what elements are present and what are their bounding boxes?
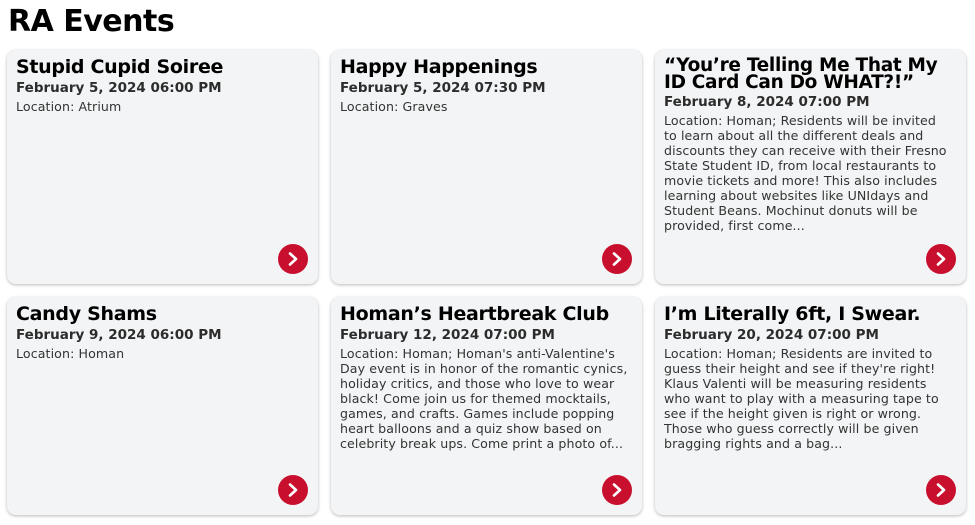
view-event-button[interactable] bbox=[278, 244, 308, 274]
chevron-right-icon bbox=[936, 252, 946, 266]
event-title: Candy Shams bbox=[16, 303, 157, 325]
event-title: “You’re Telling Me That My ID Card Can D… bbox=[664, 55, 938, 93]
event-title: Happy Happenings bbox=[340, 56, 538, 78]
event-description: Location: Atrium bbox=[16, 99, 122, 114]
event-description: Location: Homan; Residents will be invit… bbox=[664, 113, 947, 233]
event-description: Location: Homan bbox=[16, 346, 125, 361]
event-card[interactable]: “You’re Telling Me That My ID Card Can D… bbox=[655, 50, 966, 284]
view-event-button[interactable] bbox=[926, 475, 956, 505]
event-date: February 5, 2024 06:00 PM bbox=[16, 80, 222, 96]
event-description: Location: Homan; Residents are invited t… bbox=[664, 346, 939, 451]
event-card[interactable]: Candy Shams February 9, 2024 06:00 PM Lo… bbox=[7, 297, 318, 515]
event-title: Homan’s Heartbreak Club bbox=[340, 303, 609, 325]
chevron-right-icon bbox=[288, 483, 298, 497]
view-event-button[interactable] bbox=[926, 244, 956, 274]
event-description: Location: Graves bbox=[340, 99, 448, 114]
event-title: I’m Literally 6ft, I Swear. bbox=[664, 303, 921, 325]
event-date: February 8, 2024 07:00 PM bbox=[664, 94, 870, 110]
event-date: February 12, 2024 07:00 PM bbox=[340, 327, 555, 343]
event-date: February 9, 2024 06:00 PM bbox=[16, 327, 222, 343]
event-card[interactable]: Stupid Cupid Soiree February 5, 2024 06:… bbox=[7, 50, 318, 284]
view-event-button[interactable] bbox=[602, 475, 632, 505]
event-card[interactable]: Happy Happenings February 5, 2024 07:30 … bbox=[331, 50, 642, 284]
chevron-right-icon bbox=[936, 483, 946, 497]
chevron-right-icon bbox=[612, 252, 622, 266]
view-event-button[interactable] bbox=[278, 475, 308, 505]
event-card[interactable]: I’m Literally 6ft, I Swear. February 20,… bbox=[655, 297, 966, 515]
view-event-button[interactable] bbox=[602, 244, 632, 274]
event-date: February 5, 2024 07:30 PM bbox=[340, 80, 546, 96]
chevron-right-icon bbox=[612, 483, 622, 497]
event-title: Stupid Cupid Soiree bbox=[16, 56, 224, 78]
events-grid: Stupid Cupid Soiree February 5, 2024 06:… bbox=[7, 50, 966, 515]
chevron-right-icon bbox=[288, 252, 298, 266]
event-card[interactable]: Homan’s Heartbreak Club February 12, 202… bbox=[331, 297, 642, 515]
page-title: RA Events bbox=[8, 4, 175, 39]
event-description: Location: Homan; Homan's anti-Valentine'… bbox=[340, 346, 628, 451]
event-date: February 20, 2024 07:00 PM bbox=[664, 327, 879, 343]
